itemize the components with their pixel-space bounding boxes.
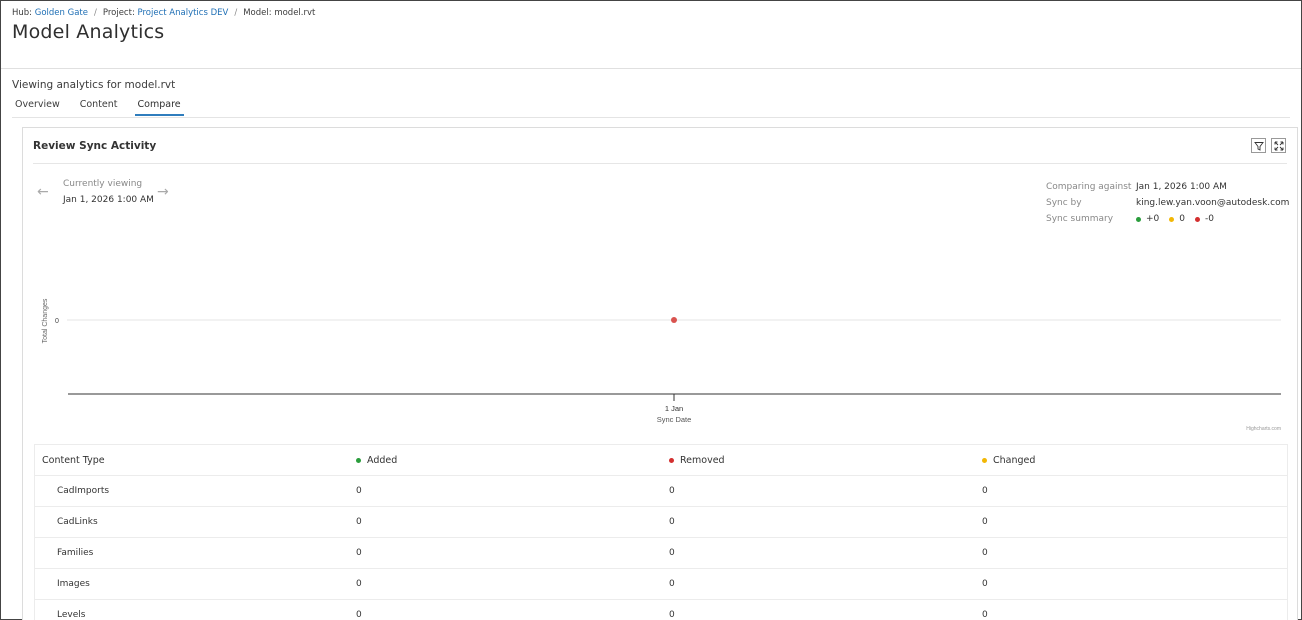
- header-changed: Changed: [974, 455, 1287, 466]
- page-title: Model Analytics: [12, 21, 165, 43]
- tab-content[interactable]: Content: [77, 99, 121, 116]
- expand-button[interactable]: [1271, 138, 1286, 153]
- cell-removed: 0: [669, 610, 675, 620]
- content-type-table: Content Type Added Removed Changed CadIm…: [34, 444, 1288, 620]
- comparing-against-label: Comparing against: [1046, 182, 1132, 192]
- table-row[interactable]: Images 0 0 0: [35, 569, 1287, 600]
- breadcrumb-separator: /: [234, 8, 238, 18]
- header-changed-label: Changed: [993, 454, 1036, 466]
- tab-compare[interactable]: Compare: [134, 99, 184, 116]
- breadcrumb-model-label: Model:: [243, 8, 272, 18]
- sync-summary-row: Sync summary +0 0 -0: [1046, 211, 1289, 227]
- sync-summary-label: Sync summary: [1046, 214, 1114, 224]
- chart-credit[interactable]: Highcharts.com: [1246, 426, 1281, 432]
- cell-removed: 0: [669, 517, 675, 527]
- next-arrow-icon[interactable]: →: [157, 184, 169, 200]
- currently-viewing-value: Jan 1, 2026 1:00 AM: [63, 195, 154, 205]
- filter-icon: [1253, 141, 1264, 151]
- header-divider: [1, 68, 1301, 69]
- cell-changed: 0: [982, 579, 988, 589]
- changed-dot-icon: [982, 457, 987, 463]
- breadcrumb-hub-link[interactable]: Golden Gate: [35, 8, 88, 18]
- x-tick-label: 1 Jan: [665, 404, 683, 413]
- breadcrumb-project-label: Project:: [102, 8, 135, 18]
- expand-icon: [1274, 141, 1283, 150]
- table-row[interactable]: Families 0 0 0: [35, 538, 1287, 569]
- header-added: Added: [348, 455, 661, 466]
- sync-activity-chart: Total Changes 0 1 Jan Sync Date Highchar…: [42, 298, 1281, 432]
- cell-content-type: Images: [57, 579, 90, 589]
- header-removed: Removed: [661, 455, 974, 466]
- breadcrumb-hub-label: Hub:: [12, 8, 33, 18]
- sync-meta: Comparing against Jan 1, 2026 1:00 AM Sy…: [1046, 179, 1289, 227]
- breadcrumb: Hub: Golden Gate / Project: Project Anal…: [12, 8, 315, 18]
- card-title: Review Sync Activity: [33, 140, 157, 152]
- page-subtitle: Viewing analytics for model.rvt: [12, 79, 176, 91]
- removed-dot-icon: [1195, 216, 1201, 222]
- breadcrumb-separator: /: [93, 8, 97, 18]
- tabs-divider: [12, 117, 1290, 118]
- cell-removed: 0: [669, 579, 675, 589]
- sync-summary-added-value: +0: [1146, 214, 1160, 224]
- table-header-row: Content Type Added Removed Changed: [35, 445, 1287, 476]
- comparing-against-value: Jan 1, 2026 1:00 AM: [1136, 182, 1227, 192]
- cell-changed: 0: [982, 486, 988, 496]
- breadcrumb-model-value: model.rvt: [274, 8, 316, 18]
- review-sync-activity-card: Review Sync Activity ← Currently viewing…: [22, 127, 1298, 620]
- header-content-type-label: Content Type: [42, 454, 105, 466]
- cell-added: 0: [356, 548, 362, 558]
- sync-summary-values: +0 0 -0: [1136, 214, 1220, 224]
- cell-content-type: Levels: [57, 610, 86, 620]
- table-row[interactable]: Levels 0 0 0: [35, 600, 1287, 620]
- sync-summary-removed: -0: [1195, 214, 1214, 224]
- cell-added: 0: [356, 579, 362, 589]
- sync-by-row: Sync by king.lew.yan.voon@autodesk.com: [1046, 195, 1289, 211]
- sync-summary-removed-value: -0: [1205, 214, 1214, 224]
- tab-overview[interactable]: Overview: [12, 99, 63, 116]
- y-tick-label: 0: [55, 318, 59, 325]
- data-point[interactable]: [671, 317, 677, 323]
- card-divider: [33, 163, 1287, 164]
- added-dot-icon: [356, 457, 361, 463]
- cell-changed: 0: [982, 548, 988, 558]
- cell-removed: 0: [669, 548, 675, 558]
- cell-content-type: CadImports: [57, 486, 110, 496]
- sync-summary-changed: 0: [1169, 214, 1185, 224]
- cell-content-type: Families: [57, 548, 94, 558]
- changed-dot-icon: [1169, 216, 1175, 222]
- breadcrumb-project-link[interactable]: Project Analytics DEV: [138, 8, 229, 18]
- cell-removed: 0: [669, 486, 675, 496]
- table-row[interactable]: CadLinks 0 0 0: [35, 507, 1287, 538]
- tab-bar: Overview Content Compare: [12, 99, 198, 116]
- cell-added: 0: [356, 517, 362, 527]
- header-removed-label: Removed: [680, 454, 725, 466]
- sync-by-value: king.lew.yan.voon@autodesk.com: [1136, 198, 1290, 208]
- cell-content-type: CadLinks: [57, 517, 98, 527]
- header-added-label: Added: [367, 454, 398, 466]
- filter-button[interactable]: [1251, 138, 1266, 153]
- currently-viewing-label: Currently viewing: [63, 179, 143, 189]
- cell-changed: 0: [982, 517, 988, 527]
- cell-changed: 0: [982, 610, 988, 620]
- removed-dot-icon: [669, 457, 674, 463]
- sync-by-label: Sync by: [1046, 198, 1082, 208]
- cell-added: 0: [356, 486, 362, 496]
- sync-summary-added: +0: [1136, 214, 1159, 224]
- table-row[interactable]: CadImports 0 0 0: [35, 476, 1287, 507]
- sync-summary-changed-value: 0: [1179, 214, 1186, 224]
- header-content-type: Content Type: [35, 455, 348, 466]
- comparing-against-row: Comparing against Jan 1, 2026 1:00 AM: [1046, 179, 1289, 195]
- x-axis-title: Sync Date: [657, 415, 692, 424]
- y-axis-title: Total Changes: [42, 298, 49, 343]
- previous-arrow-icon[interactable]: ←: [37, 184, 49, 200]
- cell-added: 0: [356, 610, 362, 620]
- added-dot-icon: [1136, 216, 1141, 222]
